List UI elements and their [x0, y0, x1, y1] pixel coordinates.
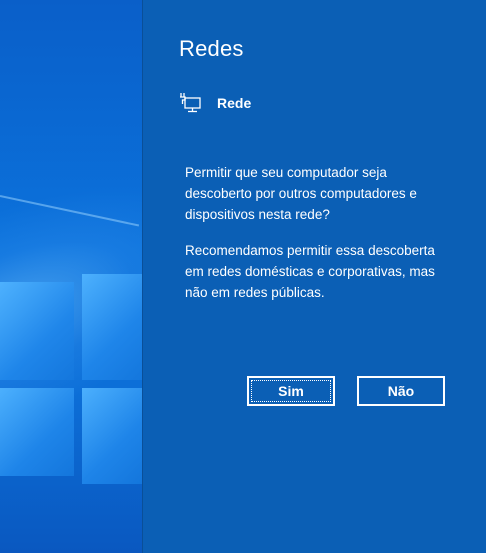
- windows-logo-pane: [0, 282, 74, 380]
- flyout-title: Redes: [179, 36, 244, 61]
- discovery-question: Permitir que seu computador seja descobe…: [185, 165, 417, 222]
- network-flyout: Redes Rede Permitir que seu computador s…: [142, 0, 486, 553]
- windows-logo-pane: [0, 388, 74, 476]
- windows-logo-pane: [82, 274, 142, 380]
- discovery-recommendation: Recomendamos permitir essa descoberta em…: [185, 243, 435, 300]
- screen: Redes Rede Permitir que seu computador s…: [0, 0, 486, 553]
- network-name: Rede: [217, 95, 252, 111]
- yes-button[interactable]: Sim: [247, 376, 335, 406]
- network-row: Rede: [179, 92, 251, 114]
- network-computer-icon: [179, 92, 203, 114]
- desktop-wallpaper: [0, 0, 142, 553]
- no-button[interactable]: Não: [357, 376, 445, 406]
- windows-logo-pane: [82, 388, 142, 484]
